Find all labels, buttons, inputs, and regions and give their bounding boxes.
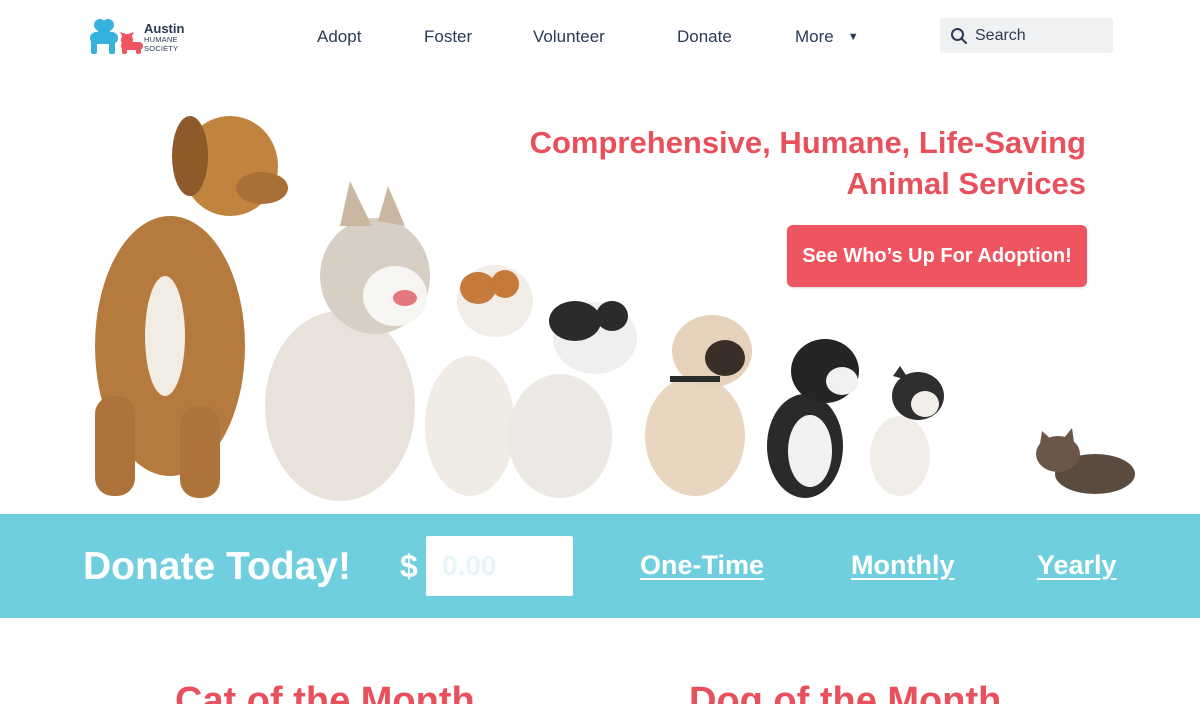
donate-title: Donate Today! [83,545,351,588]
cat-of-the-month-title: Cat of the Month [175,680,475,704]
yearly-link[interactable]: Yearly [1037,550,1117,581]
donate-band: Donate Today! $ One-Time Monthly Yearly [0,514,1200,618]
logo-austin: Austin [144,21,185,36]
nav-more-label: More [795,27,834,46]
chihuahua-icon [870,366,944,496]
hero-title: Comprehensive, Humane, Life-Saving Anima… [526,122,1086,204]
husky-puppy-icon [265,181,430,501]
adoption-cta-button[interactable]: See Who’s Up For Adoption! [787,225,1087,287]
logo-pets-icon [90,19,143,54]
search-input[interactable]: Search [940,18,1113,53]
pug-icon [645,315,752,496]
dog-of-the-month-title: Dog of the Month [689,680,1002,704]
search-placeholder: Search [975,26,1026,44]
search-icon [951,27,967,44]
logo-humane: HUMANE [144,35,178,44]
donation-amount-input[interactable] [426,536,573,596]
kitten-icon [1036,428,1135,494]
site-header: Austin HUMANE SOCIETY Adopt Foster Volun… [0,0,1200,76]
brown-dog-icon [95,116,288,498]
monthly-link[interactable]: Monthly [851,550,954,581]
hero-banner: Comprehensive, Humane, Life-Saving Anima… [0,76,1200,514]
hero-title-line1: Comprehensive, Humane, Life-Saving [529,125,1086,160]
logo[interactable]: Austin HUMANE SOCIETY [88,16,198,56]
nav-adopt[interactable]: Adopt [317,27,361,47]
currency-symbol: $ [400,548,418,584]
nav-donate[interactable]: Donate [677,27,732,47]
border-collie-puppy-icon [767,339,859,498]
scruffy-dog-icon [508,301,637,498]
nav-foster[interactable]: Foster [424,27,472,47]
caret-down-icon: ▼ [847,31,859,43]
logo-society: SOCIETY [144,43,179,53]
nav-volunteer[interactable]: Volunteer [533,27,605,47]
nav-more[interactable]: More ▼ [795,27,859,47]
one-time-link[interactable]: One-Time [640,550,764,581]
hero-title-line2: Animal Services [846,166,1086,201]
